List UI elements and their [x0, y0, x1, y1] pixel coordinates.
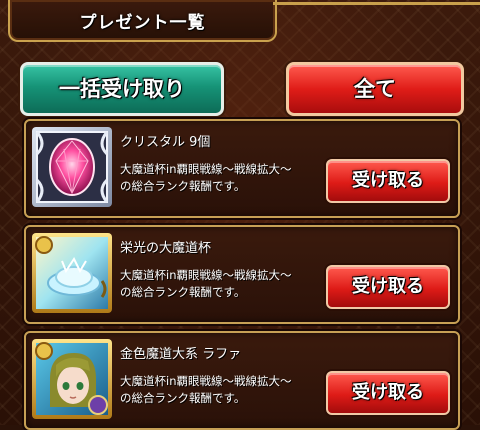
present-description-line: の総合ランク報酬です。 — [120, 179, 246, 193]
present-title: 金色魔道大系 ラファ — [120, 347, 242, 362]
present-description-line: 大魔道杯in覇眼戦線〜戦線拡大〜 — [120, 374, 292, 388]
header-divider — [273, 2, 480, 5]
present-title: 栄光の大魔道杯 — [120, 241, 212, 256]
present-item: クリスタル 9個 大魔道杯in覇眼戦線〜戦線拡大〜 の総合ランク報酬です。 受け… — [24, 119, 460, 218]
page-title: プレゼント一覧 — [79, 13, 206, 33]
filter-all-button[interactable]: 全て — [286, 62, 464, 116]
rafa-character-card-icon — [32, 339, 112, 419]
present-description: 大魔道杯in覇眼戦線〜戦線拡大〜 の総合ランク報酬です。 — [120, 373, 335, 407]
receive-button[interactable]: 受け取る — [326, 159, 450, 203]
glory-cup-card-icon — [32, 233, 112, 313]
present-description-line: の総合ランク報酬です。 — [120, 285, 246, 299]
present-title: クリスタル 9個 — [120, 135, 211, 150]
present-item: 金色魔道大系 ラファ 大魔道杯in覇眼戦線〜戦線拡大〜 の総合ランク報酬です。 … — [24, 331, 460, 430]
crystal-icon — [32, 127, 112, 207]
receive-all-button[interactable]: 一括受け取り — [20, 62, 224, 116]
page-header: プレゼント一覧 — [8, 0, 277, 42]
present-description-line: 大魔道杯in覇眼戦線〜戦線拡大〜 — [120, 268, 292, 282]
present-description: 大魔道杯in覇眼戦線〜戦線拡大〜 の総合ランク報酬です。 — [120, 267, 335, 301]
present-item: 栄光の大魔道杯 大魔道杯in覇眼戦線〜戦線拡大〜 の総合ランク報酬です。 受け取… — [24, 225, 460, 324]
receive-button[interactable]: 受け取る — [326, 371, 450, 415]
present-description-line: 大魔道杯in覇眼戦線〜戦線拡大〜 — [120, 162, 292, 176]
present-description-line: の総合ランク報酬です。 — [120, 391, 246, 405]
receive-button[interactable]: 受け取る — [326, 265, 450, 309]
present-description: 大魔道杯in覇眼戦線〜戦線拡大〜 の総合ランク報酬です。 — [120, 161, 335, 195]
